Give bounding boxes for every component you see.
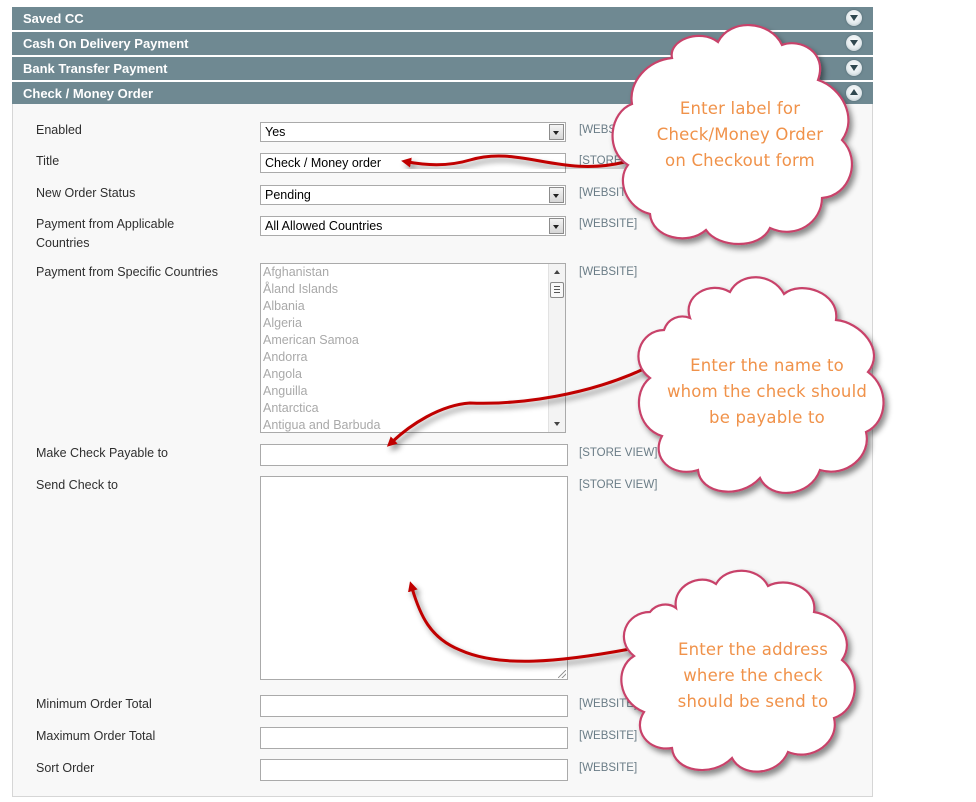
country-option[interactable]: Angola xyxy=(261,366,565,383)
title-input[interactable]: Check / Money order xyxy=(260,153,566,173)
callout-line: Enter label for xyxy=(679,99,801,118)
min-order-total-input[interactable] xyxy=(260,695,568,717)
section-saved-cc[interactable]: Saved CC xyxy=(12,7,873,31)
callout-line: on Checkout form xyxy=(665,151,815,170)
country-option[interactable]: Algeria xyxy=(261,315,565,332)
country-option[interactable]: Anguilla xyxy=(261,383,565,400)
title-value: Check / Money order xyxy=(265,156,382,170)
callout-line: Check/Money Order xyxy=(656,125,824,144)
min-order-total-scope: [WEBSITE] xyxy=(579,698,638,710)
section-title: Bank Transfer Payment xyxy=(23,61,168,76)
country-option[interactable]: Åland Islands xyxy=(261,281,565,298)
section-title: Cash On Delivery Payment xyxy=(23,36,189,51)
new-order-status-scope: [WEBSITE] xyxy=(579,187,638,199)
applicable-countries-select[interactable]: All Allowed Countries xyxy=(260,216,566,236)
collapse-icon[interactable] xyxy=(846,85,862,101)
callout-payable-text: Enter the name to whom the check should … xyxy=(660,353,874,431)
callout-address-text: Enter the address where the check should… xyxy=(646,637,860,715)
new-order-status-label: New Order Status xyxy=(36,186,136,200)
enabled-value: Yes xyxy=(265,125,286,139)
new-order-status-value: Pending xyxy=(265,188,311,202)
payment-methods-sections: Saved CC Cash On Delivery Payment Bank T… xyxy=(12,7,873,107)
payable-to-input[interactable] xyxy=(260,444,568,466)
scroll-down-icon[interactable] xyxy=(554,422,560,426)
callout-line: Enter the address xyxy=(677,640,829,659)
callout-line: where the check xyxy=(683,666,823,685)
expand-icon[interactable] xyxy=(846,10,862,26)
country-option[interactable]: Afghanistan xyxy=(261,264,565,281)
callout-line: Enter the name to xyxy=(690,356,844,375)
send-check-to-textarea[interactable] xyxy=(260,476,568,680)
expand-icon[interactable] xyxy=(846,35,862,51)
country-option[interactable]: Antigua and Barbuda xyxy=(261,417,565,432)
section-title: Saved CC xyxy=(23,11,84,26)
sort-order-label: Sort Order xyxy=(36,761,95,775)
applicable-countries-label: Payment from Applicable Countries xyxy=(36,217,175,250)
scroll-up-icon[interactable] xyxy=(554,270,560,274)
sort-order-input[interactable] xyxy=(260,759,568,781)
country-option[interactable]: Albania xyxy=(261,298,565,315)
scroll-thumb[interactable] xyxy=(550,282,564,298)
new-order-status-select[interactable]: Pending xyxy=(260,185,566,205)
specific-countries-multiselect[interactable]: Afghanistan Åland Islands Albania Algeri… xyxy=(260,263,566,433)
send-check-to-label: Send Check to xyxy=(36,478,118,492)
section-cash-on-delivery[interactable]: Cash On Delivery Payment xyxy=(12,32,873,56)
payable-to-label: Make Check Payable to xyxy=(36,446,169,460)
dropdown-arrow-icon[interactable] xyxy=(549,187,564,203)
country-option[interactable]: American Samoa xyxy=(261,332,565,349)
scrollbar[interactable] xyxy=(548,264,565,432)
country-option[interactable]: Antarctica xyxy=(261,400,565,417)
expand-icon[interactable] xyxy=(846,60,862,76)
callout-title-text: Enter label for Check/Money Order on Che… xyxy=(633,96,847,174)
max-order-total-scope: [WEBSITE] xyxy=(579,730,638,742)
min-order-total-label: Minimum Order Total xyxy=(36,697,152,711)
enabled-label: Enabled xyxy=(36,123,82,137)
max-order-total-input[interactable] xyxy=(260,727,568,749)
country-option[interactable]: Andorra xyxy=(261,349,565,366)
applicable-countries-value: All Allowed Countries xyxy=(265,219,383,233)
dropdown-arrow-icon[interactable] xyxy=(549,218,564,234)
applicable-countries-scope: [WEBSITE] xyxy=(579,218,638,230)
enabled-select[interactable]: Yes xyxy=(260,122,566,142)
callout-line: be payable to xyxy=(709,408,825,427)
payable-to-scope: [STORE VIEW] xyxy=(579,447,658,459)
section-title: Check / Money Order xyxy=(23,86,154,101)
callout-line: should be send to xyxy=(677,692,829,711)
send-check-to-scope: [STORE VIEW] xyxy=(579,479,658,491)
resize-grip-icon[interactable] xyxy=(558,670,566,678)
max-order-total-label: Maximum Order Total xyxy=(36,729,156,743)
dropdown-arrow-icon[interactable] xyxy=(549,124,564,140)
callout-line: whom the check should xyxy=(666,382,868,401)
enabled-scope: [WEBSITE] xyxy=(579,124,638,136)
section-bank-transfer[interactable]: Bank Transfer Payment xyxy=(12,57,873,81)
sort-order-scope: [WEBSITE] xyxy=(579,762,638,774)
title-label: Title xyxy=(36,154,60,168)
specific-countries-label: Payment from Specific Countries xyxy=(36,265,219,279)
specific-countries-scope: [WEBSITE] xyxy=(579,266,638,278)
